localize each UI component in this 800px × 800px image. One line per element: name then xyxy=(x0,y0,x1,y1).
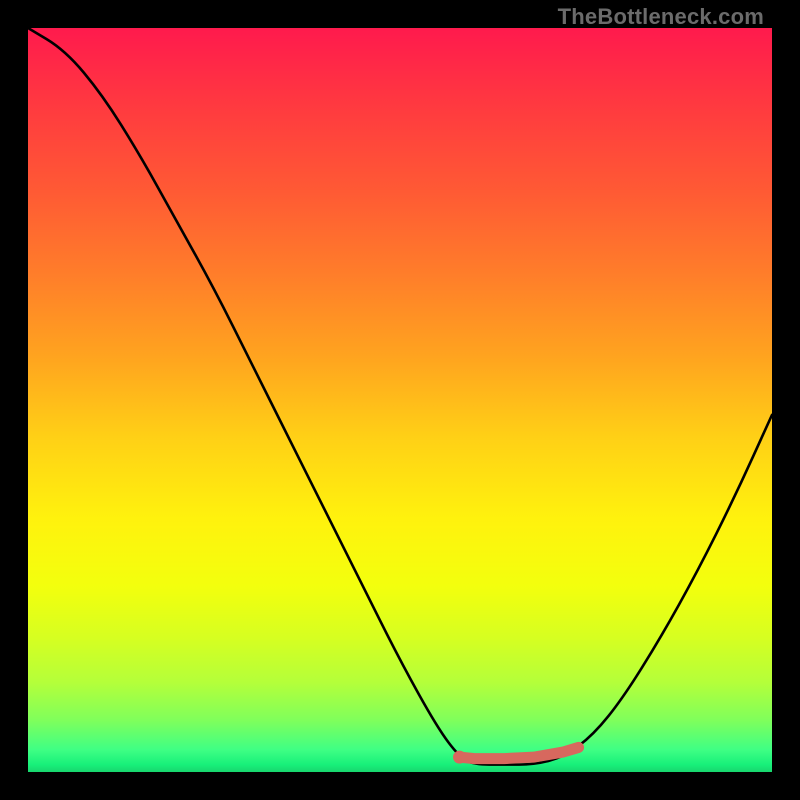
chart-frame xyxy=(28,28,772,772)
recommended-range-path xyxy=(460,747,579,758)
plot-area xyxy=(28,28,772,772)
chart-svg xyxy=(28,28,772,772)
min-point-marker xyxy=(453,751,466,764)
watermark-text: TheBottleneck.com xyxy=(558,4,764,30)
bottleneck-curve-path xyxy=(28,28,772,765)
